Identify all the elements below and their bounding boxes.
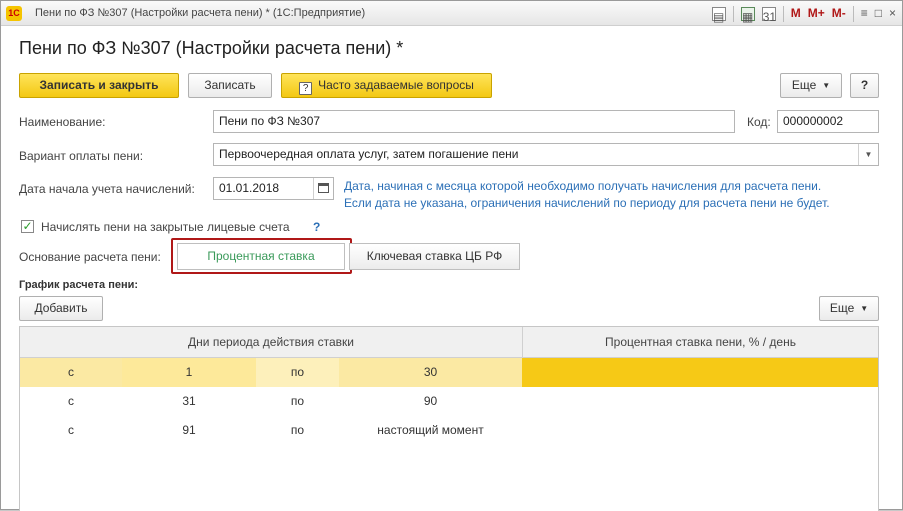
more-actions-button[interactable]: Еще ▼ — [780, 73, 842, 98]
payment-variant-label: Вариант оплаты пени: — [19, 149, 144, 163]
save-button[interactable]: Записать — [188, 73, 272, 98]
print-icon[interactable]: ▤ — [711, 6, 726, 24]
table-header: Дни периода действия ставки Процентная с… — [20, 327, 878, 358]
window-title: Пени по ФЗ №307 (Настройки расчета пени)… — [35, 7, 366, 19]
memory-subtract-button[interactable]: M- — [832, 4, 846, 23]
restore-window-icon[interactable]: □ — [875, 4, 882, 23]
save-and-close-button[interactable]: Записать и закрыть — [19, 73, 179, 98]
payment-variant-select[interactable]: Первоочередная оплата услуг, затем погаш… — [213, 143, 879, 166]
column-header-rate[interactable]: Процентная ставка пени, % / день — [523, 327, 878, 358]
schedule-section-title: График расчета пени: — [19, 279, 139, 291]
title-bar-tools: ▤ ▦ 31 M M+ M- ≡ □ × — [705, 4, 896, 24]
more-actions-label: Еще — [791, 78, 817, 92]
calculator-icon[interactable]: ▦ — [740, 6, 755, 24]
basis-option-key-rate[interactable]: Ключевая ставка ЦБ РФ — [349, 243, 520, 270]
faq-button[interactable]: ? Часто задаваемые вопросы — [281, 73, 492, 98]
from-day-cell[interactable]: 1 — [122, 358, 256, 387]
name-label: Наименование: — [19, 115, 106, 129]
chevron-down-icon: ▼ — [860, 304, 869, 313]
table-row[interactable]: с 31 по 90 — [20, 387, 878, 416]
closed-accounts-label[interactable]: Начислять пени на закрытые лицевые счета — [41, 220, 290, 234]
to-prefix-cell: по — [256, 358, 339, 387]
title-bar: 1C Пени по ФЗ №307 (Настройки расчета пе… — [1, 1, 902, 26]
help-button[interactable]: ? — [850, 73, 879, 98]
start-date-hint: Дата, начиная с месяца которой необходим… — [344, 178, 830, 212]
table-more-label: Еще — [829, 301, 855, 315]
start-date-value: 01.01.2018 — [219, 181, 280, 195]
rate-cell[interactable] — [522, 358, 878, 387]
app-logo-icon: 1C — [6, 6, 22, 21]
toolbar-separator — [782, 5, 784, 22]
memory-add-button[interactable]: M+ — [808, 4, 825, 23]
column-header-days[interactable]: Дни периода действия ставки — [20, 327, 522, 358]
calendar-icon — [318, 183, 329, 193]
schedule-table: Дни периода действия ставки Процентная с… — [19, 326, 879, 511]
table-row[interactable]: с 91 по настоящий момент — [20, 416, 878, 445]
toolbar-separator — [732, 5, 734, 22]
name-input[interactable]: Пени по ФЗ №307 — [213, 110, 735, 133]
highlight-frame — [171, 238, 352, 274]
to-day-cell[interactable]: 30 — [339, 358, 522, 387]
start-date-hint-line-2: Если дата не указана, ограничения начисл… — [344, 196, 830, 210]
code-label: Код: — [747, 115, 771, 129]
app-window: 1C Пени по ФЗ №307 (Настройки расчета пе… — [0, 0, 903, 511]
calendar-icon[interactable]: 31 — [761, 6, 776, 24]
start-date-input[interactable]: 01.01.2018 — [213, 177, 334, 200]
payment-variant-value: Первоочередная оплата услуг, затем погаш… — [219, 147, 519, 161]
toolbar-separator — [852, 5, 854, 22]
to-prefix-cell: по — [290, 394, 305, 408]
rate-cell[interactable] — [522, 387, 878, 416]
start-date-hint-line-1: Дата, начиная с месяца которой необходим… — [344, 179, 822, 193]
from-day-cell[interactable]: 31 — [122, 387, 256, 416]
to-day-cell[interactable]: настоящий момент — [339, 416, 522, 445]
help-question-icon[interactable]: ? — [313, 220, 320, 234]
table-row[interactable]: с 1 по 30 — [20, 358, 878, 387]
code-input[interactable]: 000000002 — [777, 110, 879, 133]
menu-icon[interactable]: ≡ — [861, 4, 868, 23]
to-prefix-cell: по — [290, 423, 305, 437]
faq-button-label: Часто задаваемые вопросы — [318, 78, 474, 92]
chevron-down-icon[interactable]: ▼ — [858, 144, 878, 165]
from-prefix-cell: с — [68, 423, 74, 437]
calendar-picker-button[interactable] — [313, 178, 333, 199]
table-more-button[interactable]: Еще ▼ — [819, 296, 879, 321]
from-prefix-cell: с — [68, 365, 74, 379]
from-day-cell[interactable]: 91 — [122, 416, 256, 445]
chevron-down-icon: ▼ — [822, 81, 831, 90]
closed-accounts-checkbox[interactable]: ✓ — [21, 220, 34, 233]
form-title: Пени по ФЗ №307 (Настройки расчета пени)… — [19, 38, 404, 58]
basis-label: Основание расчета пени: — [19, 250, 161, 264]
close-window-icon[interactable]: × — [889, 4, 896, 23]
memory-store-button[interactable]: M — [791, 4, 801, 23]
add-row-button[interactable]: Добавить — [19, 296, 103, 321]
to-day-cell[interactable]: 90 — [339, 387, 522, 416]
rate-cell[interactable] — [522, 416, 878, 445]
question-icon: ? — [299, 82, 313, 95]
start-date-label: Дата начала учета начислений: — [19, 182, 195, 196]
from-prefix-cell: с — [68, 394, 74, 408]
